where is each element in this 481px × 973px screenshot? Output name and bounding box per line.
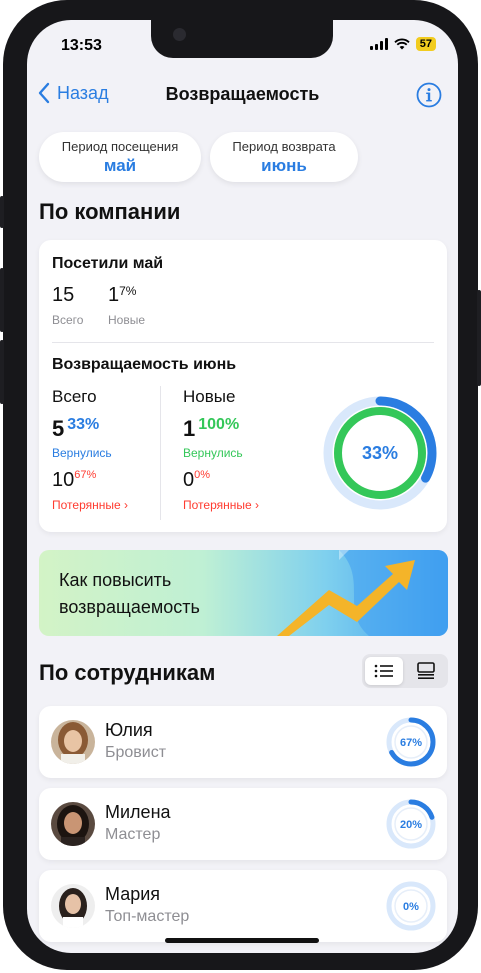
employee-role: Мастер (105, 826, 161, 843)
card-view-icon (417, 662, 435, 679)
info-icon (416, 82, 442, 108)
home-indicator (165, 938, 319, 943)
avatar (51, 720, 95, 764)
employee-name: Мария (105, 884, 161, 904)
lost-all-value: 10 (52, 469, 75, 491)
visited-new-value: 1 (108, 284, 120, 306)
info-button[interactable] (416, 82, 442, 113)
employee-role: Топ-мастер (105, 908, 190, 925)
card-view-button[interactable] (407, 657, 445, 685)
volume-down-button (0, 340, 4, 404)
lost-all-pct: 67% (74, 469, 97, 481)
return-new-header: Новые (183, 387, 236, 406)
return-period-picker[interactable]: Период возврата июнь (210, 132, 358, 182)
visited-total-label: Всего (52, 313, 84, 327)
return-new-value: 1 (183, 416, 196, 441)
avatar (51, 802, 95, 846)
status-icons: 57 (369, 37, 436, 51)
return-all-column: Всего 5 33% Вернулись 1067% Потерянные › (52, 387, 162, 512)
notch (151, 20, 333, 58)
visited-new: 17% Новые (108, 284, 145, 327)
volume-up-button (0, 268, 4, 332)
banner-line1: Как повысить (59, 570, 172, 590)
lost-all-link[interactable]: Потерянные › (52, 498, 162, 512)
return-all-label: Вернулись (52, 446, 112, 460)
visited-new-label: Новые (108, 313, 146, 327)
status-time: 13:53 (61, 37, 102, 54)
visit-period-label: Период посещения (61, 139, 179, 154)
nav-bar: Назад Возвращаемость (27, 82, 458, 112)
employee-row[interactable]: Милена Мастер 20% (39, 788, 447, 860)
company-card: Посетили май 15 Всего 17% Новые Возвраща… (39, 240, 447, 532)
phone-frame: 13:53 57 Назад Возвращаемость Период пос… (0, 0, 481, 970)
employee-return-ring: 0% (386, 881, 436, 931)
signal-icon (369, 38, 388, 50)
employee-name: Милена (105, 802, 171, 822)
return-ring-chart: 33% (323, 396, 437, 510)
column-divider (160, 386, 161, 520)
company-section-title: По компании (39, 199, 181, 224)
return-all-header: Всего (52, 387, 97, 406)
employees-section-title: По сотрудникам (39, 660, 216, 685)
visited-new-sup: 7% (119, 284, 137, 298)
battery-icon: 57 (415, 37, 436, 51)
chevron-right-icon: › (255, 498, 260, 512)
ring-label: 0% (403, 901, 419, 913)
return-all-value: 5 (52, 416, 65, 441)
view-mode-toggle (362, 654, 448, 688)
camera-icon (173, 28, 186, 41)
lost-new-link[interactable]: Потерянные › (183, 498, 293, 512)
return-ring-label: 33% (362, 443, 398, 463)
lost-new-value: 0 (183, 469, 195, 491)
list-view-button[interactable] (365, 657, 403, 685)
return-period-value: июнь (261, 156, 307, 175)
visited-total-value: 15 (52, 284, 75, 306)
return-new-column: Новые 1 100% Вернулись 00% Потерянные › (183, 387, 293, 512)
visited-total: 15 Всего (52, 284, 83, 327)
list-icon (374, 664, 393, 678)
wifi-icon (394, 38, 410, 50)
employee-name: Юлия (105, 720, 153, 740)
visit-period-value: май (103, 156, 137, 175)
ring-label: 20% (400, 819, 422, 831)
power-button (477, 290, 481, 386)
return-new-label: Вернулись (183, 446, 243, 460)
screen: 13:53 57 Назад Возвращаемость Период пос… (27, 20, 458, 953)
divider (52, 342, 434, 343)
lost-new-pct: 0% (194, 469, 211, 481)
employee-return-ring: 67% (386, 717, 436, 767)
banner-text: Как повысить возвращаемость (59, 567, 200, 621)
chevron-right-icon: › (124, 498, 129, 512)
visit-period-picker[interactable]: Период посещения май (39, 132, 201, 182)
return-period-label: Период возврата (232, 139, 336, 154)
mute-switch (0, 196, 4, 228)
employee-row[interactable]: Юлия Бровист 67% (39, 706, 447, 778)
ring-label: 67% (400, 737, 422, 749)
return-title: Возвращаемость июнь (52, 356, 237, 373)
lost-new-label: Потерянные (183, 498, 252, 512)
banner-line2: возвращаемость (59, 597, 200, 617)
employee-role: Бровист (105, 744, 167, 761)
employee-return-ring: 20% (386, 799, 436, 849)
page-title: Возвращаемость (165, 84, 320, 104)
return-new-pct: 100% (198, 416, 240, 433)
improve-return-banner[interactable]: Как повысить возвращаемость (39, 550, 448, 636)
return-all-pct: 33% (67, 416, 100, 433)
employee-row[interactable]: Мария Топ-мастер 0% (39, 870, 447, 942)
lost-all-label: Потерянные (52, 498, 121, 512)
avatar (51, 884, 95, 928)
visited-title: Посетили май (52, 255, 164, 272)
